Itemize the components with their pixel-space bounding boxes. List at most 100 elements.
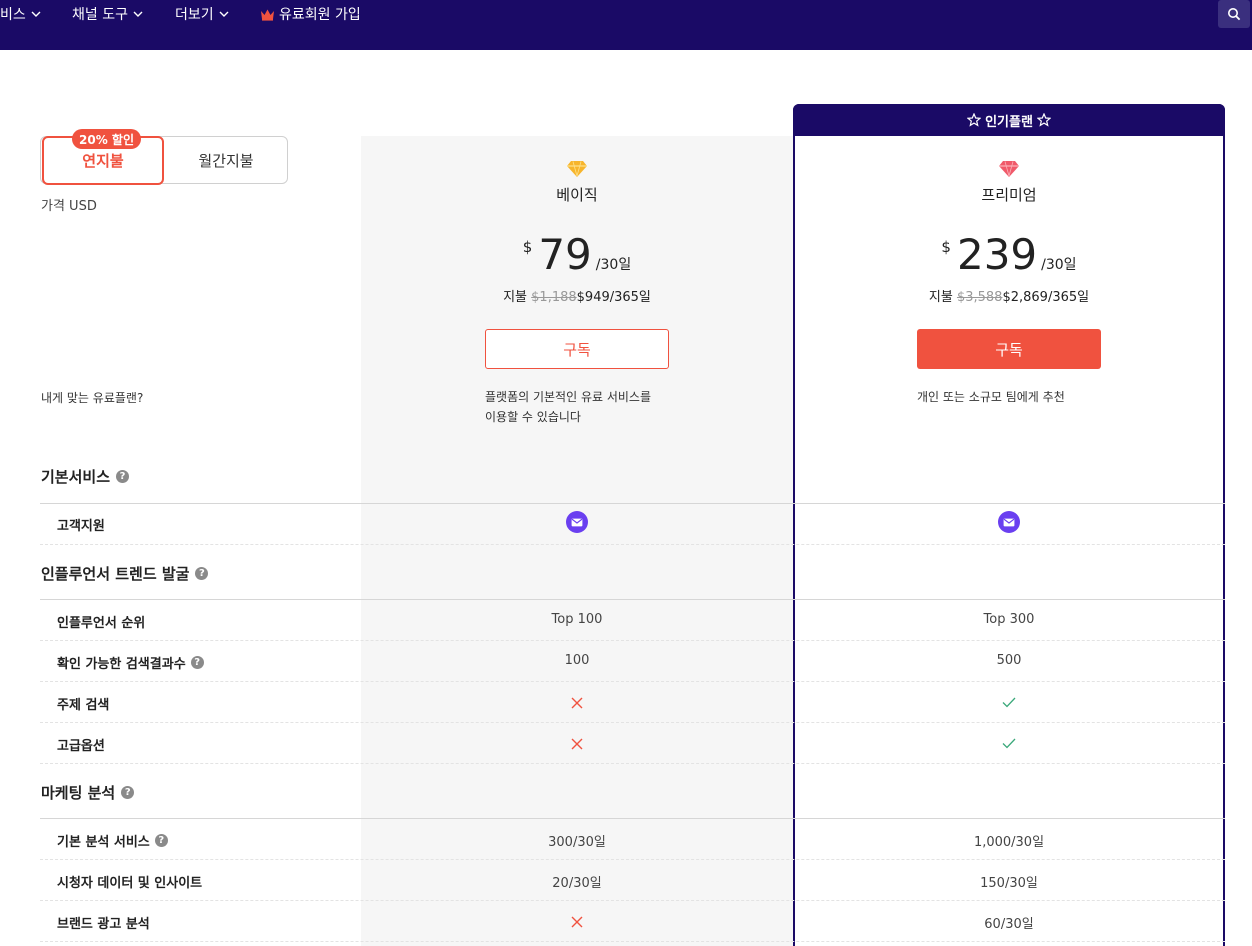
nav-item-paid-membership[interactable]: 유료회원 가입 (260, 4, 361, 24)
row-divider (40, 722, 1225, 723)
premium-feature-value (793, 511, 1225, 533)
basic-annual-price: 지불 $1,188$949/365일 (361, 286, 793, 305)
basic-subscribe-button[interactable]: 구독 (485, 329, 669, 369)
star-icon (1036, 113, 1051, 127)
popular-plan-label: 인기플랜 (985, 114, 1033, 130)
currency-note: 가격 USD (41, 199, 97, 214)
basic-plan-name: 베이직 (556, 186, 598, 204)
description-line: 이용할 수 있습니다 (485, 410, 581, 424)
nav-item-label: 유료회원 가입 (279, 7, 361, 23)
currency-symbol: $ (522, 238, 533, 256)
nav-item-label: 더보기 (175, 7, 214, 23)
feature-label-text: 고급옵션 (57, 739, 105, 754)
annual-original-price: $3,588 (956, 290, 1003, 305)
annual-prefix: 지불 (928, 290, 953, 305)
premium-feature-value: 1,000/30일 (973, 835, 1045, 850)
feature-label: 인플루언서 순위 (57, 612, 145, 631)
annual-discounted-price: $2,869/365일 (1002, 290, 1090, 305)
basic-feature-value: 300/30일 (548, 835, 606, 850)
description-line: 플랫폼의 기본적인 유료 서비스를 (485, 390, 652, 404)
popular-plan-banner: 인기플랜 (793, 104, 1225, 136)
row-divider (40, 763, 1225, 764)
section-title: 기본서비스 ? (41, 466, 130, 487)
mail-icon (998, 511, 1020, 533)
feature-label-text: 브랜드 광고 분석 (57, 917, 150, 932)
premium-feature-value: Top 300 (983, 612, 1035, 627)
monthly-billing-option[interactable]: 월간지불 (164, 136, 288, 184)
annual-prefix: 지불 (503, 290, 528, 305)
basic-feature-value: Top 100 (551, 612, 603, 627)
row-divider (40, 640, 1225, 641)
diamond-yellow-icon (567, 161, 587, 177)
feature-label: 시청자 데이터 및 인사이트 (57, 872, 202, 891)
premium-feature-value: 60/30일 (984, 917, 1034, 932)
check-icon (1002, 697, 1016, 708)
star-icon (967, 113, 982, 127)
chevron-down-icon (31, 11, 41, 17)
feature-label-text: 고객지원 (57, 519, 105, 534)
chevron-down-icon (133, 11, 143, 17)
row-divider (40, 941, 1225, 942)
section-divider (40, 818, 1225, 819)
help-icon[interactable]: ? (195, 567, 209, 580)
feature-label: 브랜드 광고 분석 (57, 913, 150, 932)
premium-feature-value (793, 697, 1225, 708)
premium-feature-value: 150/30일 (980, 876, 1038, 891)
row-divider (40, 900, 1225, 901)
row-divider (40, 681, 1225, 682)
basic-feature-value (361, 916, 793, 928)
row-divider (40, 859, 1225, 860)
price-period: /30일 (595, 257, 632, 273)
feature-label-text: 인플루언서 순위 (57, 616, 146, 631)
section-divider (40, 599, 1225, 600)
basic-feature-value: 100 (564, 653, 590, 668)
nav-item-more[interactable]: 더보기 (175, 4, 230, 24)
chevron-down-icon (219, 11, 229, 17)
basic-price: $ 79 /30일 (361, 234, 793, 276)
feature-label: 고급옵션 (57, 735, 105, 754)
help-icon[interactable]: ? (190, 656, 204, 669)
section-title: 인플루언서 트렌드 발굴 ? (41, 563, 209, 584)
basic-feature-value (361, 697, 793, 709)
basic-feature-value (361, 511, 793, 533)
price-amount: 79 (538, 230, 592, 279)
discount-badge: 20% 할인 (72, 129, 141, 149)
feature-label-text: 확인 가능한 검색결과수 (57, 657, 186, 672)
search-icon (1228, 8, 1241, 21)
premium-subscribe-button[interactable]: 구독 (917, 329, 1101, 369)
section-title: 마케팅 분석 ? (41, 782, 135, 803)
section-title-text: 기본서비스 (41, 468, 111, 486)
feature-label-text: 시청자 데이터 및 인사이트 (57, 876, 203, 891)
help-icon[interactable]: ? (121, 786, 135, 799)
help-icon[interactable]: ? (116, 470, 130, 483)
nav-item-label: 비스 (0, 7, 26, 23)
feature-label: 주제 검색 (57, 694, 109, 713)
price-period: /30일 (1041, 257, 1077, 273)
section-divider (40, 503, 1225, 504)
feature-label: 기본 분석 서비스 ? (57, 831, 168, 850)
nav-item-services[interactable]: 비스 (0, 4, 42, 24)
annual-discounted-price: $949/365일 (576, 290, 651, 305)
nav-item-channel-tools[interactable]: 채널 도구 (72, 4, 144, 24)
feature-label-text: 기본 분석 서비스 (57, 835, 150, 850)
section-title-text: 마케팅 분석 (41, 784, 116, 802)
currency-symbol: $ (941, 238, 951, 256)
cross-icon (571, 697, 583, 709)
basic-plan-description: 플랫폼의 기본적인 유료 서비스를 이용할 수 있습니다 (485, 387, 651, 427)
price-amount: 239 (956, 230, 1038, 279)
premium-price: $ 239 /30일 (793, 234, 1225, 276)
row-divider (40, 544, 1225, 545)
annual-original-price: $1,188 (531, 290, 577, 305)
basic-feature-value: 20/30일 (552, 876, 602, 891)
feature-label: 확인 가능한 검색결과수 ? (57, 653, 204, 672)
feature-label-text: 주제 검색 (57, 698, 110, 713)
crown-icon (261, 9, 274, 21)
premium-feature-value: 500 (996, 653, 1022, 668)
search-button[interactable] (1218, 0, 1250, 28)
basic-feature-value (361, 738, 793, 750)
cross-icon (571, 738, 583, 750)
help-icon[interactable]: ? (154, 834, 168, 847)
cross-icon (571, 916, 583, 928)
section-title-text: 인플루언서 트렌드 발굴 (41, 565, 190, 583)
diamond-red-icon (999, 161, 1019, 177)
